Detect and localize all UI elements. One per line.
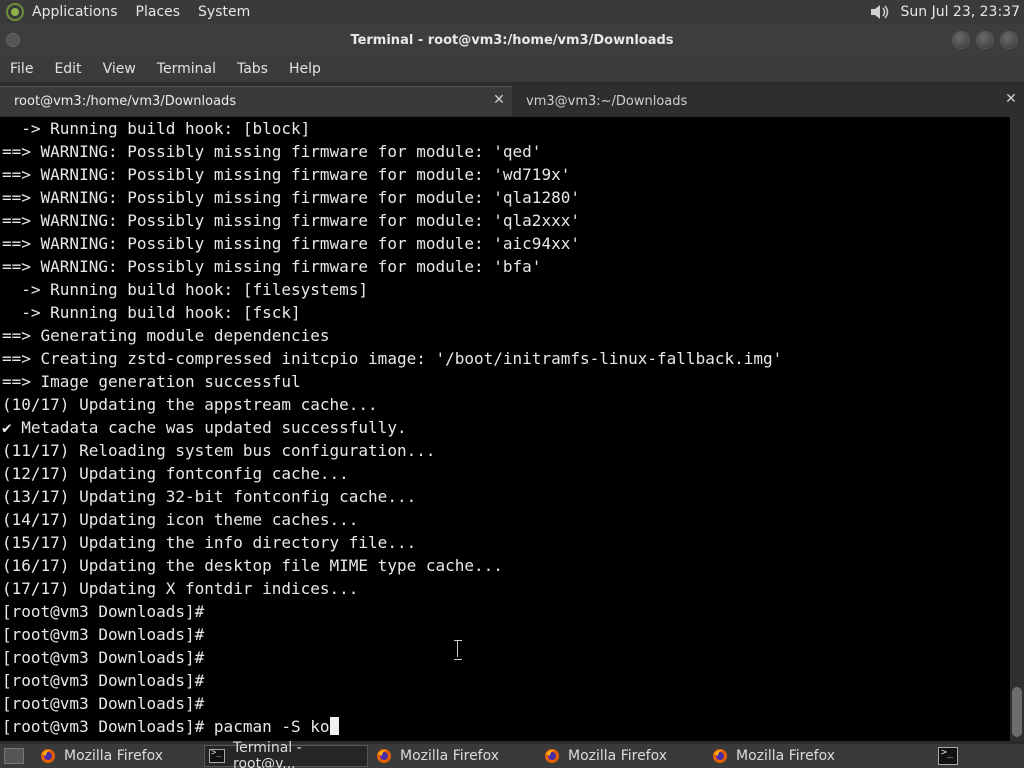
terminal-line: ==> WARNING: Possibly missing firmware f…	[2, 188, 580, 207]
taskbar-item-label: Mozilla Firefox	[736, 748, 836, 764]
menu-view[interactable]: View	[103, 61, 136, 77]
terminal-command[interactable]: pacman -S ko	[214, 717, 330, 736]
terminal-input-line[interactable]: [root@vm3 Downloads]# pacman -S ko	[2, 715, 339, 738]
taskbar-item-label: Mozilla Firefox	[400, 748, 500, 764]
terminal-line: -> Running build hook: [filesystems]	[2, 280, 369, 299]
terminal-line: -> Running build hook: [fsck]	[2, 303, 301, 322]
terminal-prompt-line: [root@vm3 Downloads]#	[2, 671, 205, 690]
terminal-line: ==> Image generation successful	[2, 372, 301, 391]
window-controls	[952, 31, 1018, 49]
taskbar-item-firefox[interactable]: Mozilla Firefox	[540, 745, 704, 767]
tab-vm3-downloads[interactable]: vm3@vm3:~/Downloads ✕	[512, 86, 1024, 116]
window-menu-icon[interactable]	[6, 33, 20, 47]
terminal-prompt-line: [root@vm3 Downloads]#	[2, 625, 205, 644]
menu-edit[interactable]: Edit	[54, 61, 81, 77]
terminal-line: ==> WARNING: Possibly missing firmware f…	[2, 234, 580, 253]
terminal-line: (13/17) Updating 32-bit fontconfig cache…	[2, 487, 417, 506]
terminal-line: (12/17) Updating fontconfig cache...	[2, 464, 349, 483]
taskbar-item-label: Mozilla Firefox	[64, 748, 164, 764]
terminal-line: (10/17) Updating the appstream cache...	[2, 395, 378, 414]
menu-bar: File Edit View Terminal Tabs Help	[0, 56, 1024, 82]
firefox-icon	[41, 749, 55, 763]
speaker-icon[interactable]	[869, 3, 891, 21]
firefox-icon	[713, 749, 727, 763]
terminal-line: ==> Creating zstd-compressed initcpio im…	[2, 349, 783, 368]
firefox-icon	[545, 749, 559, 763]
terminal-icon[interactable]	[938, 747, 958, 765]
terminal-line: ==> WARNING: Possibly missing firmware f…	[2, 257, 542, 276]
vertical-scrollbar[interactable]	[1010, 117, 1024, 741]
window-title: Terminal - root@vm3:/home/vm3/Downloads	[350, 32, 674, 48]
places-menu[interactable]: Places	[136, 4, 181, 20]
panel-tray: Sun Jul 23, 23:37	[869, 0, 1021, 24]
firefox-icon	[377, 749, 391, 763]
close-icon[interactable]: ✕	[492, 93, 506, 107]
taskbar: Mozilla Firefox Terminal - root@v... Moz…	[0, 740, 1024, 768]
terminal-line: ✔ Metadata cache was updated successfull…	[2, 418, 407, 437]
top-panel: Applications Places System Sun Jul 23, 2…	[0, 0, 1024, 24]
tab-label: root@vm3:/home/vm3/Downloads	[14, 94, 237, 109]
show-desktop-icon[interactable]	[4, 748, 24, 764]
tab-root-downloads[interactable]: root@vm3:/home/vm3/Downloads ✕	[0, 86, 512, 116]
terminal-icon	[209, 748, 225, 763]
system-menu[interactable]: System	[198, 4, 250, 20]
taskbar-item-label: Terminal - root@v...	[233, 740, 302, 768]
taskbar-item-firefox[interactable]: Mozilla Firefox	[708, 745, 872, 767]
terminal-line: ==> WARNING: Possibly missing firmware f…	[2, 165, 571, 184]
ibeam-cursor-icon	[454, 640, 462, 660]
text-cursor	[329, 717, 339, 735]
terminal-line: ==> WARNING: Possibly missing firmware f…	[2, 211, 580, 230]
distro-logo-icon[interactable]	[6, 3, 24, 21]
scrollbar-thumb[interactable]	[1012, 687, 1022, 737]
terminal-prompt-line: [root@vm3 Downloads]#	[2, 648, 205, 667]
terminal-line: ==> Generating module dependencies	[2, 326, 330, 345]
tab-bar: root@vm3:/home/vm3/Downloads ✕ vm3@vm3:~…	[0, 86, 1024, 116]
terminal-prompt-line: [root@vm3 Downloads]#	[2, 602, 205, 621]
menu-terminal[interactable]: Terminal	[157, 61, 216, 77]
tab-label: vm3@vm3:~/Downloads	[526, 93, 688, 109]
terminal-line: (17/17) Updating X fontdir indices...	[2, 579, 359, 598]
menu-tabs[interactable]: Tabs	[237, 61, 268, 77]
taskbar-item-terminal[interactable]: Terminal - root@v...	[204, 740, 368, 768]
taskbar-item-firefox[interactable]: Mozilla Firefox	[36, 745, 200, 767]
minimize-button[interactable]	[952, 31, 970, 49]
close-icon[interactable]: ✕	[1004, 92, 1018, 106]
maximize-button[interactable]	[976, 31, 994, 49]
clock[interactable]: Sun Jul 23, 23:37	[901, 4, 1021, 20]
menu-file[interactable]: File	[10, 61, 33, 77]
applications-menu[interactable]: Applications	[32, 4, 118, 20]
menu-help[interactable]: Help	[289, 61, 321, 77]
terminal-line: (11/17) Reloading system bus configurati…	[2, 441, 436, 460]
taskbar-item-firefox[interactable]: Mozilla Firefox	[372, 745, 536, 767]
terminal-prompt: [root@vm3 Downloads]#	[2, 717, 214, 736]
terminal-line: (16/17) Updating the desktop file MIME t…	[2, 556, 503, 575]
terminal-prompt-line: [root@vm3 Downloads]#	[2, 694, 205, 713]
terminal-output[interactable]: -> Running build hook: [block] ==> WARNI…	[0, 117, 1010, 741]
terminal-line: -> Running build hook: [block]	[2, 119, 311, 138]
close-button[interactable]	[1000, 31, 1018, 49]
window-titlebar[interactable]: Terminal - root@vm3:/home/vm3/Downloads	[0, 24, 1024, 56]
terminal-line: (14/17) Updating icon theme caches...	[2, 510, 359, 529]
terminal-line: (15/17) Updating the info directory file…	[2, 533, 417, 552]
taskbar-item-label: Mozilla Firefox	[568, 748, 668, 764]
terminal-line: ==> WARNING: Possibly missing firmware f…	[2, 142, 542, 161]
